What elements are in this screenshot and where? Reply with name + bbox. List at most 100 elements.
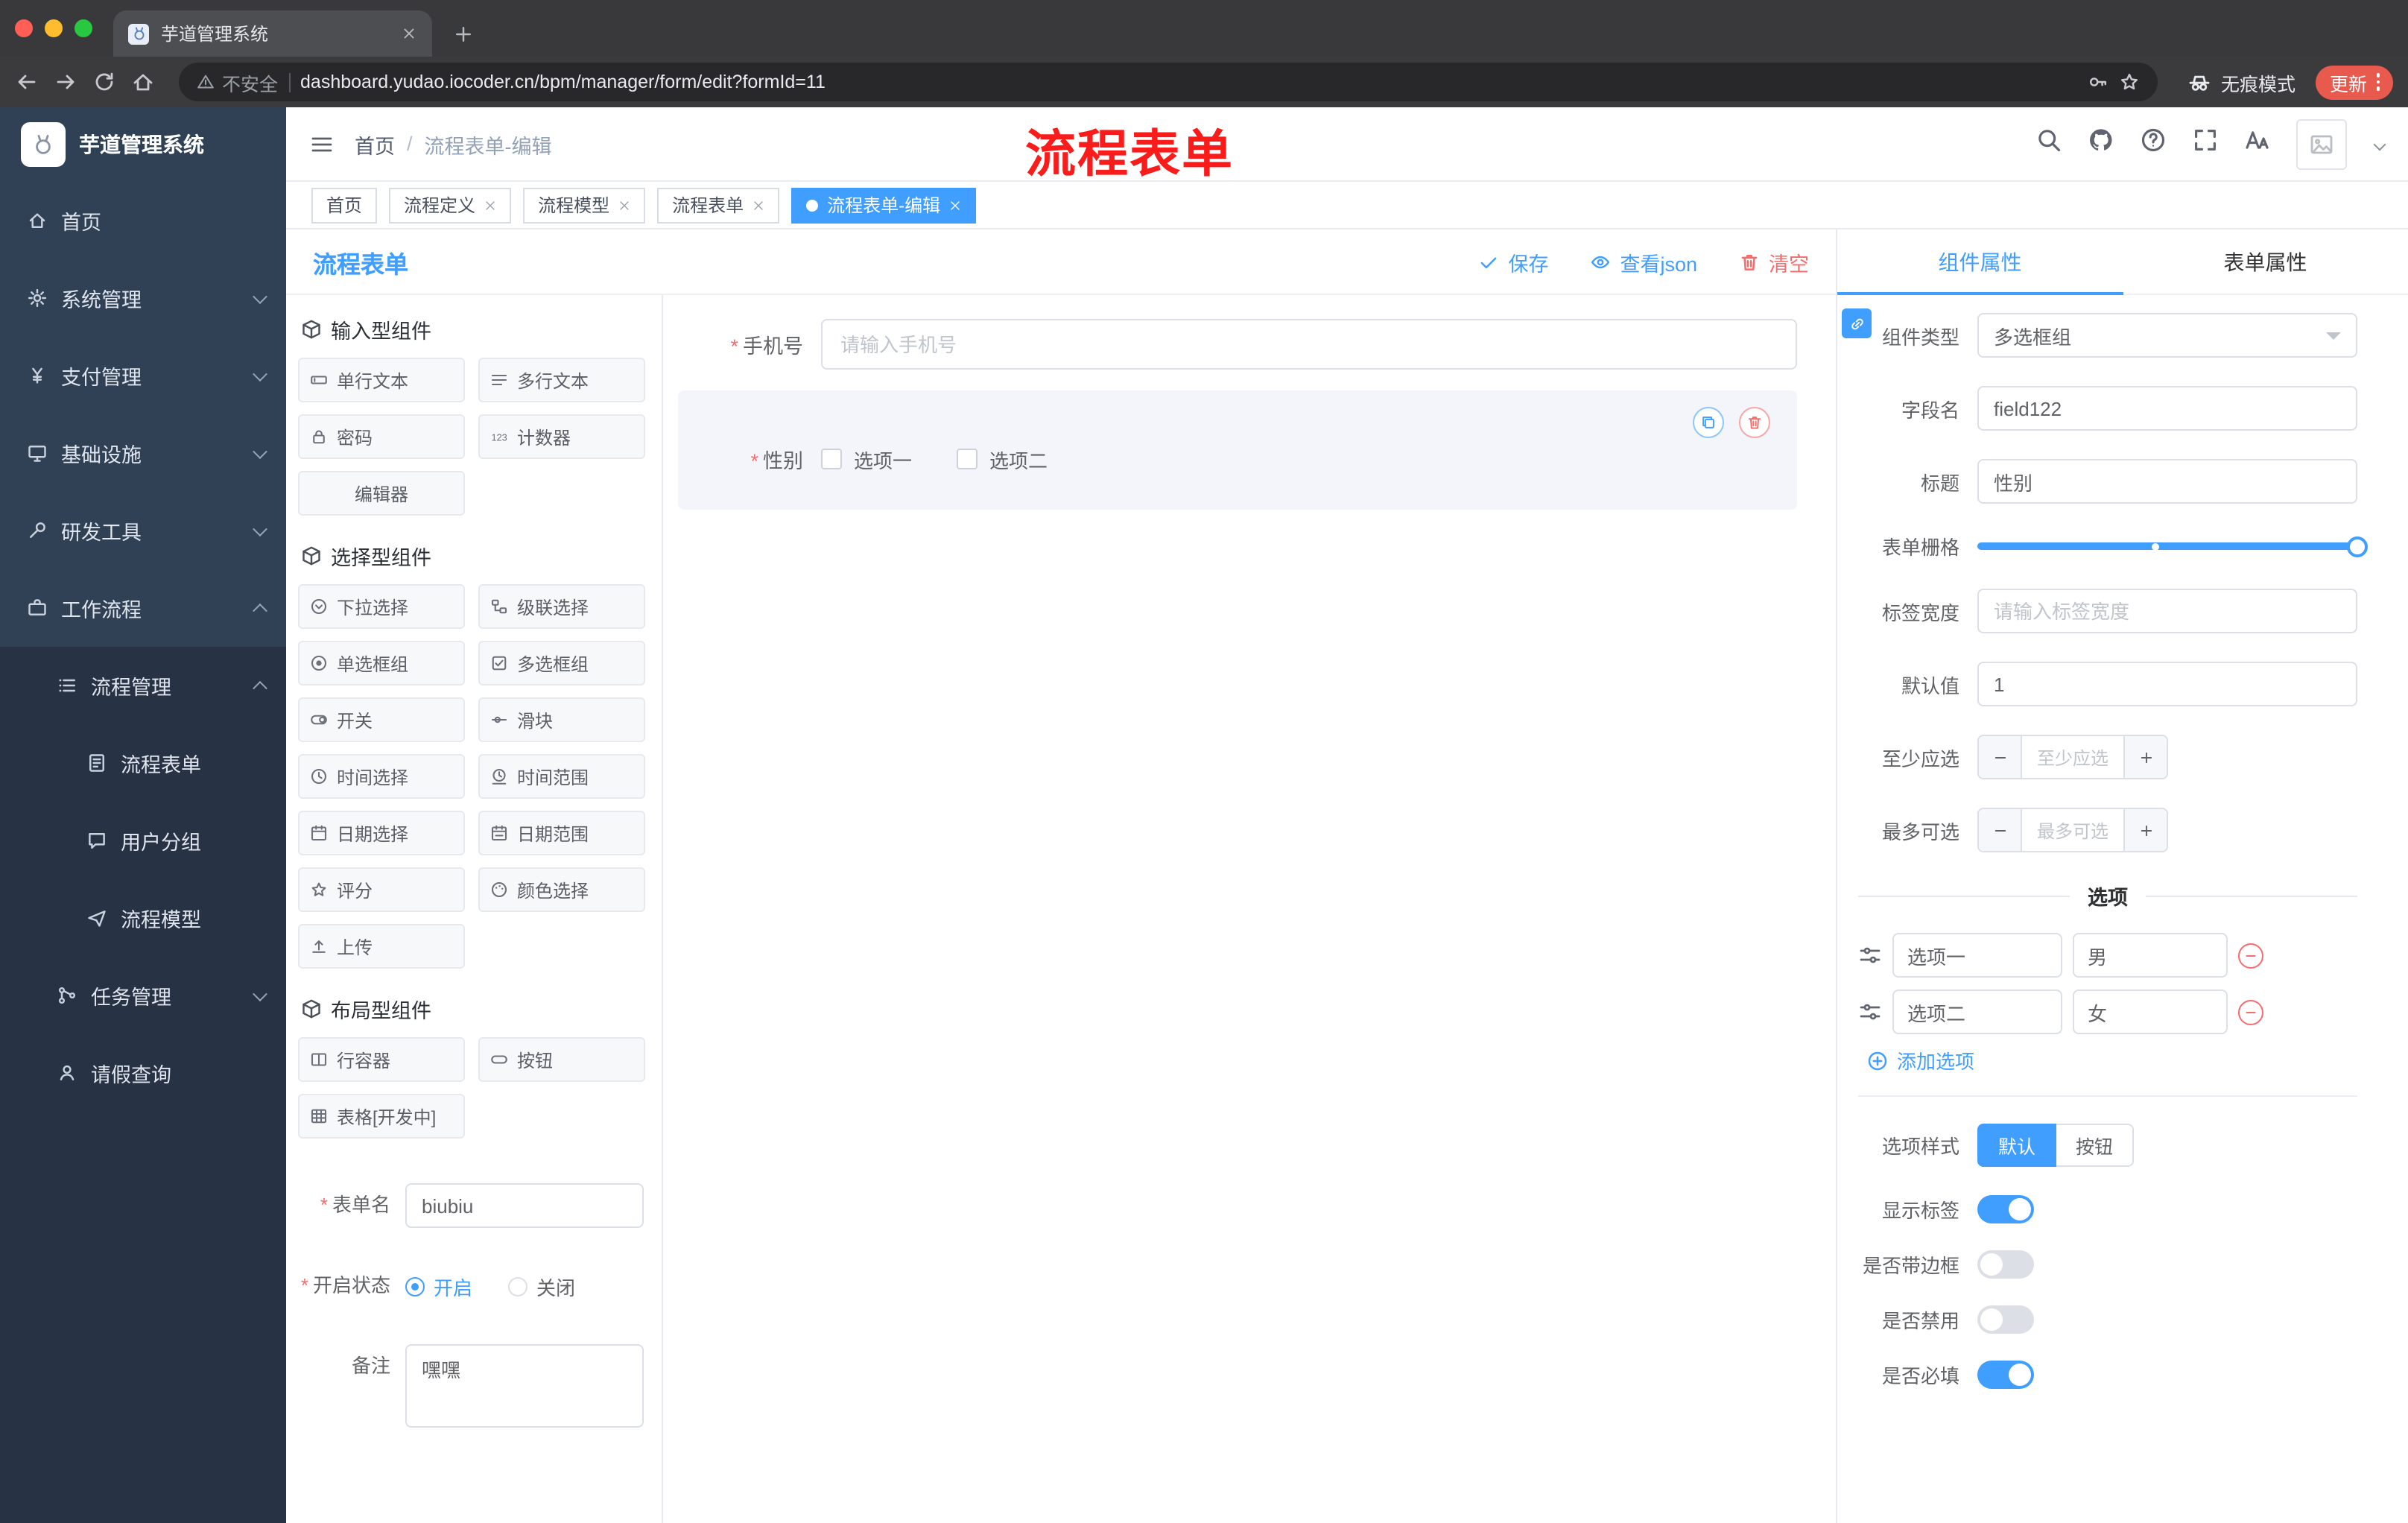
add-option-button[interactable]: 添加选项 <box>1867 1046 2357 1074</box>
forward-icon[interactable] <box>54 70 77 94</box>
browser-update-button[interactable]: 更新 <box>2316 65 2393 99</box>
search-icon[interactable] <box>2035 127 2062 161</box>
back-icon[interactable] <box>15 70 39 94</box>
delete-field-button[interactable] <box>1739 407 1770 438</box>
palette-item-switch[interactable]: 开关 <box>298 697 465 742</box>
sidebar-item-devtools[interactable]: 研发工具 <box>0 492 286 569</box>
form-remark-input[interactable]: 嘿嘿 <box>405 1344 644 1428</box>
sidebar-item-home[interactable]: 首页 <box>0 182 286 259</box>
security-warning[interactable]: 不安全 <box>197 68 278 96</box>
plus-icon[interactable] <box>2125 736 2167 778</box>
gender-option-1[interactable]: 选项一 <box>821 445 912 473</box>
close-icon[interactable] <box>484 199 496 211</box>
tag-process-form[interactable]: 流程表单 <box>657 187 780 223</box>
form-grid-slider[interactable] <box>1977 534 2368 558</box>
sidebar-item-system[interactable]: 系统管理 <box>0 259 286 337</box>
drag-handle-icon[interactable] <box>1858 1000 1882 1024</box>
sidebar-item-process-model[interactable]: 流程模型 <box>0 879 286 957</box>
palette-item-multi-line[interactable]: 多行文本 <box>478 358 645 402</box>
palette-item-dropdown[interactable]: 下拉选择 <box>298 584 465 629</box>
sidebar-item-task-mgmt[interactable]: 任务管理 <box>0 957 286 1034</box>
palette-item-table[interactable]: 表格[开发中] <box>298 1094 465 1139</box>
disabled-toggle[interactable] <box>1977 1305 2034 1334</box>
clear-button[interactable]: 清空 <box>1739 247 1809 276</box>
fullscreen-icon[interactable] <box>2192 127 2219 161</box>
field-name-input[interactable] <box>1977 386 2357 431</box>
home-icon[interactable] <box>131 70 155 94</box>
save-button[interactable]: 保存 <box>1478 247 1548 276</box>
checkbox-icon[interactable] <box>957 449 978 469</box>
sidebar-item-infra[interactable]: 基础设施 <box>0 414 286 492</box>
component-type-select[interactable]: 多选框组 <box>1977 313 2357 358</box>
view-json-button[interactable]: 查看json <box>1590 247 1697 276</box>
copy-field-button[interactable] <box>1693 407 1724 438</box>
close-icon[interactable] <box>618 199 630 211</box>
breadcrumb-home[interactable]: 首页 <box>355 129 395 159</box>
help-icon[interactable] <box>2140 127 2167 161</box>
option-name-input[interactable] <box>1892 990 2062 1034</box>
remove-option-button[interactable] <box>2238 999 2263 1025</box>
sidebar-item-payment[interactable]: 支付管理 <box>0 337 286 414</box>
palette-item-password[interactable]: 密码 <box>298 414 465 459</box>
canvas-field-gender-selected[interactable]: 性别 选项一 选项二 <box>678 390 1797 510</box>
browser-tab[interactable]: 芋道管理系统 <box>113 10 432 57</box>
font-size-icon[interactable] <box>2244 127 2271 161</box>
checkbox-icon[interactable] <box>821 449 842 469</box>
palette-item-slider[interactable]: 滑块 <box>478 697 645 742</box>
bookmark-star-icon[interactable] <box>2120 72 2141 92</box>
canvas-field-phone[interactable]: 手机号 <box>678 319 1797 370</box>
palette-item-button[interactable]: 按钮 <box>478 1037 645 1082</box>
window-close-button[interactable] <box>15 19 33 37</box>
default-value-input[interactable] <box>1977 662 2357 706</box>
url-text[interactable]: dashboard.yudao.iocoder.cn/bpm/manager/f… <box>300 72 2078 92</box>
palette-item-date-range[interactable]: 日期范围 <box>478 811 645 855</box>
min-select-input[interactable]: 至少应选 <box>2021 736 2125 778</box>
close-icon[interactable] <box>752 199 764 211</box>
palette-item-checkbox-group[interactable]: 多选框组 <box>478 641 645 685</box>
status-on-radio[interactable]: 开启 <box>405 1272 472 1300</box>
option-value-input[interactable] <box>2073 990 2228 1034</box>
label-width-input[interactable] <box>1977 589 2357 633</box>
palette-item-time[interactable]: 时间选择 <box>298 754 465 799</box>
minus-icon[interactable] <box>1979 736 2021 778</box>
palette-item-color[interactable]: 颜色选择 <box>478 867 645 912</box>
style-button-button[interactable]: 按钮 <box>2056 1124 2135 1167</box>
sidebar-item-process-mgmt[interactable]: 流程管理 <box>0 647 286 724</box>
minus-icon[interactable] <box>1979 809 2021 851</box>
sidebar-item-workflow[interactable]: 工作流程 <box>0 569 286 647</box>
form-name-input[interactable] <box>405 1183 644 1228</box>
app-logo[interactable]: 芋道管理系统 <box>0 107 286 182</box>
sidebar-item-process-form[interactable]: 流程表单 <box>0 724 286 802</box>
link-icon[interactable] <box>1842 308 1872 338</box>
palette-item-cascade[interactable]: 级联选择 <box>478 584 645 629</box>
window-zoom-button[interactable] <box>75 19 92 37</box>
option-name-input[interactable] <box>1892 933 2062 978</box>
avatar[interactable] <box>2296 118 2347 169</box>
palette-item-time-range[interactable]: 时间范围 <box>478 754 645 799</box>
menu-fold-icon[interactable] <box>310 132 334 156</box>
plus-icon[interactable] <box>2125 809 2167 851</box>
palette-item-single-line[interactable]: 单行文本 <box>298 358 465 402</box>
option-value-input[interactable] <box>2073 933 2228 978</box>
chevron-down-icon[interactable] <box>2373 137 2386 151</box>
tag-home[interactable]: 首页 <box>311 187 378 223</box>
palette-item-editor[interactable]: 编辑器 <box>298 471 465 516</box>
palette-item-radio-group[interactable]: 单选框组 <box>298 641 465 685</box>
new-tab-button[interactable] <box>453 24 474 45</box>
tag-process-form-edit[interactable]: 流程表单-编辑 <box>791 187 977 223</box>
title-input[interactable] <box>1977 459 2357 504</box>
key-icon[interactable] <box>2088 72 2109 92</box>
remove-option-button[interactable] <box>2238 943 2263 968</box>
tag-process-model[interactable]: 流程模型 <box>523 187 646 223</box>
tab-close-icon[interactable] <box>401 25 417 42</box>
phone-input[interactable] <box>821 319 1797 370</box>
github-icon[interactable] <box>2088 127 2114 161</box>
style-default-button[interactable]: 默认 <box>1977 1124 2057 1167</box>
palette-item-upload[interactable]: 上传 <box>298 924 465 969</box>
gender-option-2[interactable]: 选项二 <box>957 445 1048 473</box>
palette-item-row-container[interactable]: 行容器 <box>298 1037 465 1082</box>
slider-handle[interactable] <box>2347 536 2368 557</box>
tab-form-props[interactable]: 表单属性 <box>2123 229 2408 294</box>
status-off-radio[interactable]: 关闭 <box>508 1272 575 1300</box>
slider-track[interactable] <box>1977 542 2357 550</box>
